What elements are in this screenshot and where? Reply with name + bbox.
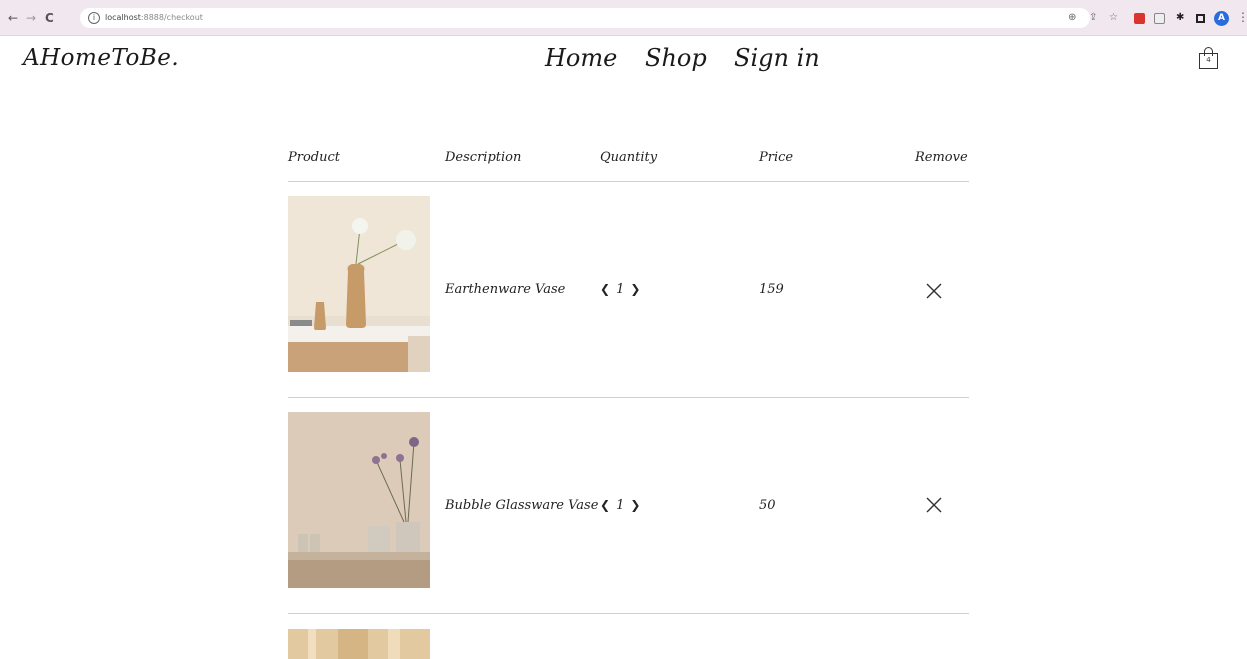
cart-button[interactable]: 4	[1199, 47, 1218, 69]
nav-home[interactable]: Home	[545, 44, 617, 72]
quantity-decrease-icon[interactable]: ❮	[600, 282, 610, 296]
site-info-icon[interactable]: i	[88, 12, 100, 24]
quantity-stepper: ❮ 1 ❯	[600, 498, 640, 513]
row-divider	[288, 613, 969, 614]
header-remove: Remove	[915, 150, 968, 165]
row-divider	[288, 397, 969, 398]
reload-icon[interactable]: C	[45, 12, 54, 24]
browser-toolbar: ← → C i localhost:8888/checkout ⊕ ⇪ ☆ ✱ …	[0, 0, 1247, 36]
quantity-value: 1	[616, 282, 625, 297]
header-quantity: Quantity	[600, 150, 658, 165]
nav-shop[interactable]: Shop	[645, 44, 707, 72]
extensions-puzzle-icon[interactable]: ✱	[1176, 12, 1184, 24]
browser-menu-icon[interactable]: ⋮	[1237, 11, 1247, 23]
header-divider	[288, 181, 969, 182]
remove-item-icon[interactable]	[925, 496, 943, 514]
bubble-glassware-vase-image	[288, 412, 430, 588]
third-product-photo[interactable]	[288, 629, 430, 659]
earthenware-vase-photo[interactable]	[288, 196, 430, 372]
cart-count: 4	[1206, 56, 1211, 64]
zoom-icon[interactable]: ⊕	[1068, 12, 1076, 24]
row-description: Earthenware Vase	[445, 282, 566, 297]
header-product: Product	[288, 150, 340, 165]
profile-avatar[interactable]: A	[1214, 11, 1229, 26]
bookmark-star-icon[interactable]: ☆	[1109, 12, 1118, 24]
remove-item-icon[interactable]	[925, 282, 943, 300]
quantity-stepper: ❮ 1 ❯	[600, 282, 640, 297]
quantity-value: 1	[616, 498, 625, 513]
earthenware-vase-image	[288, 196, 430, 372]
row-price: 50	[759, 498, 776, 513]
share-icon[interactable]: ⇪	[1089, 12, 1097, 24]
header-price: Price	[759, 150, 794, 165]
extension-red-icon[interactable]	[1134, 13, 1145, 24]
forward-icon[interactable]: →	[26, 12, 36, 24]
third-product-image	[288, 629, 430, 659]
row-description: Bubble Glassware Vase	[445, 498, 599, 513]
site-logo[interactable]: AHomeToBe.	[23, 45, 179, 71]
url-host: localhost	[105, 13, 141, 22]
side-panel-icon[interactable]	[1196, 14, 1205, 23]
row-price: 159	[759, 282, 784, 297]
extension-square-icon[interactable]	[1154, 13, 1165, 24]
header-description: Description	[445, 150, 522, 165]
quantity-increase-icon[interactable]: ❯	[630, 282, 640, 296]
back-icon[interactable]: ←	[8, 12, 18, 24]
bubble-glassware-vase-photo[interactable]	[288, 412, 430, 588]
url-path: :8888/checkout	[140, 13, 203, 22]
address-bar[interactable]: i localhost:8888/checkout	[80, 8, 1090, 28]
quantity-increase-icon[interactable]: ❯	[630, 498, 640, 512]
url-text[interactable]: localhost:8888/checkout	[105, 12, 203, 24]
nav-sign-in[interactable]: Sign in	[734, 44, 820, 72]
quantity-decrease-icon[interactable]: ❮	[600, 498, 610, 512]
